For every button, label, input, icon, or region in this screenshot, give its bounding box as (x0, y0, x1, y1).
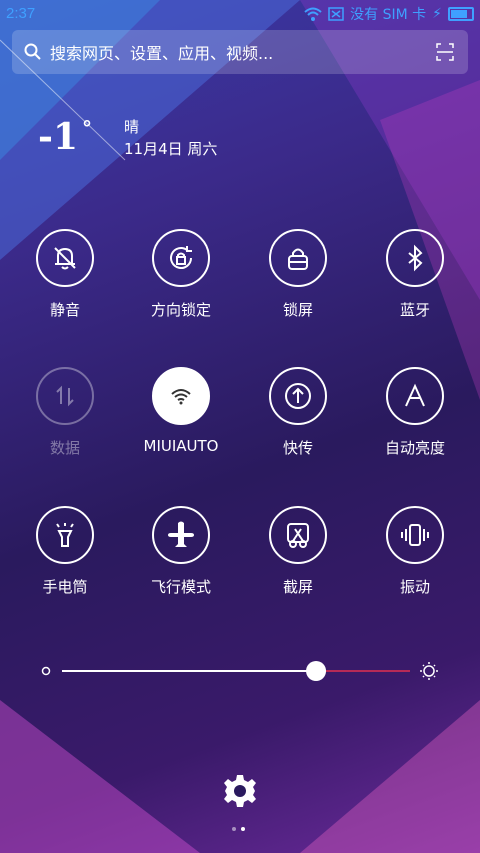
toggle-bluetooth[interactable]: 蓝牙 (365, 229, 465, 320)
toggle-circle (386, 367, 444, 425)
brightness-slider[interactable] (40, 660, 450, 682)
toggle-circle (269, 229, 327, 287)
toggle-label: 方向锁定 (150, 301, 211, 319)
airplane-icon (168, 521, 194, 547)
toggle-silent[interactable]: 静音 (15, 229, 115, 320)
toggle-label: 截屏 (282, 578, 313, 596)
weather-temp: -1 ° (38, 116, 92, 158)
status-sim-text: 没有 SIM 卡 (350, 7, 427, 23)
toggle-circle (152, 229, 210, 287)
bluetooth-icon (408, 244, 423, 272)
charging-icon: ⚡ (432, 6, 442, 22)
toggle-wifi[interactable]: MIUIAUTO (131, 367, 231, 455)
brightness-low-icon (41, 666, 51, 676)
weather-temp-value: -1 (38, 116, 78, 158)
mobile-data-icon (56, 385, 74, 407)
toggle-rotation-lock[interactable]: 方向锁定 (131, 229, 231, 320)
page-dot (232, 827, 236, 831)
toggle-airplane[interactable]: 飞行模式 (131, 506, 231, 597)
sim-missing-icon (328, 7, 344, 21)
share-icon (285, 383, 311, 409)
toggle-vibrate[interactable]: 振动 (365, 506, 465, 597)
toggle-lock-screen[interactable]: 锁屏 (248, 229, 348, 320)
scan-icon[interactable] (436, 43, 454, 61)
wifi-icon (171, 389, 191, 405)
toggle-label: 快传 (282, 439, 313, 457)
weather-condition: 晴 (124, 118, 140, 136)
toggle-label: 蓝牙 (399, 301, 430, 319)
toggle-label: 数据 (49, 439, 80, 457)
toggle-circle (36, 506, 94, 564)
toggle-label: 自动亮度 (384, 439, 445, 457)
toggle-label: 手电筒 (42, 578, 88, 596)
page-dot-active (241, 827, 245, 831)
status-bar: 2:37 没有 SIM 卡 ⚡ (0, 0, 480, 28)
toggle-flashlight[interactable]: 手电筒 (15, 506, 115, 597)
toggle-circle (36, 367, 94, 425)
toggle-label: 锁屏 (282, 301, 313, 319)
toggle-label: MIUIAUTO (143, 437, 219, 455)
vibrate-icon (401, 524, 429, 546)
toggle-label: 飞行模式 (150, 578, 211, 596)
toggle-label: 振动 (399, 578, 430, 596)
search-placeholder: 搜索网页、设置、应用、视频... (50, 44, 274, 63)
toggle-label: 静音 (49, 301, 80, 319)
auto-brightness-icon (405, 383, 425, 407)
toggle-auto-brightness[interactable]: 自动亮度 (365, 367, 465, 458)
screenshot-icon (287, 523, 309, 548)
battery-icon (448, 7, 474, 21)
toggle-circle (269, 367, 327, 425)
rotation-lock-icon (170, 246, 192, 269)
weather-date: 11月4日 周六 (124, 140, 218, 158)
toggle-circle (386, 229, 444, 287)
flashlight-icon (56, 523, 74, 547)
toggle-circle (386, 506, 444, 564)
search-bar[interactable]: 搜索网页、设置、应用、视频... (12, 30, 468, 74)
bell-muted-icon (54, 247, 76, 270)
toggle-circle (152, 506, 210, 564)
toggle-mobile-data[interactable]: 数据 (15, 367, 115, 458)
toggle-circle (152, 367, 210, 425)
search-icon (24, 43, 41, 60)
toggle-screenshot[interactable]: 截屏 (248, 506, 348, 597)
wifi-icon (304, 7, 322, 21)
toggle-circle (36, 229, 94, 287)
page-indicator (232, 827, 245, 831)
weather-degree: ° (82, 116, 92, 140)
toggle-quick-share[interactable]: 快传 (248, 367, 348, 458)
brightness-high-icon (420, 662, 438, 680)
settings-gear-icon[interactable] (222, 773, 258, 809)
toggle-circle (269, 506, 327, 564)
status-time: 2:37 (6, 5, 36, 22)
lock-icon (288, 248, 308, 270)
brightness-thumb[interactable] (306, 661, 327, 681)
